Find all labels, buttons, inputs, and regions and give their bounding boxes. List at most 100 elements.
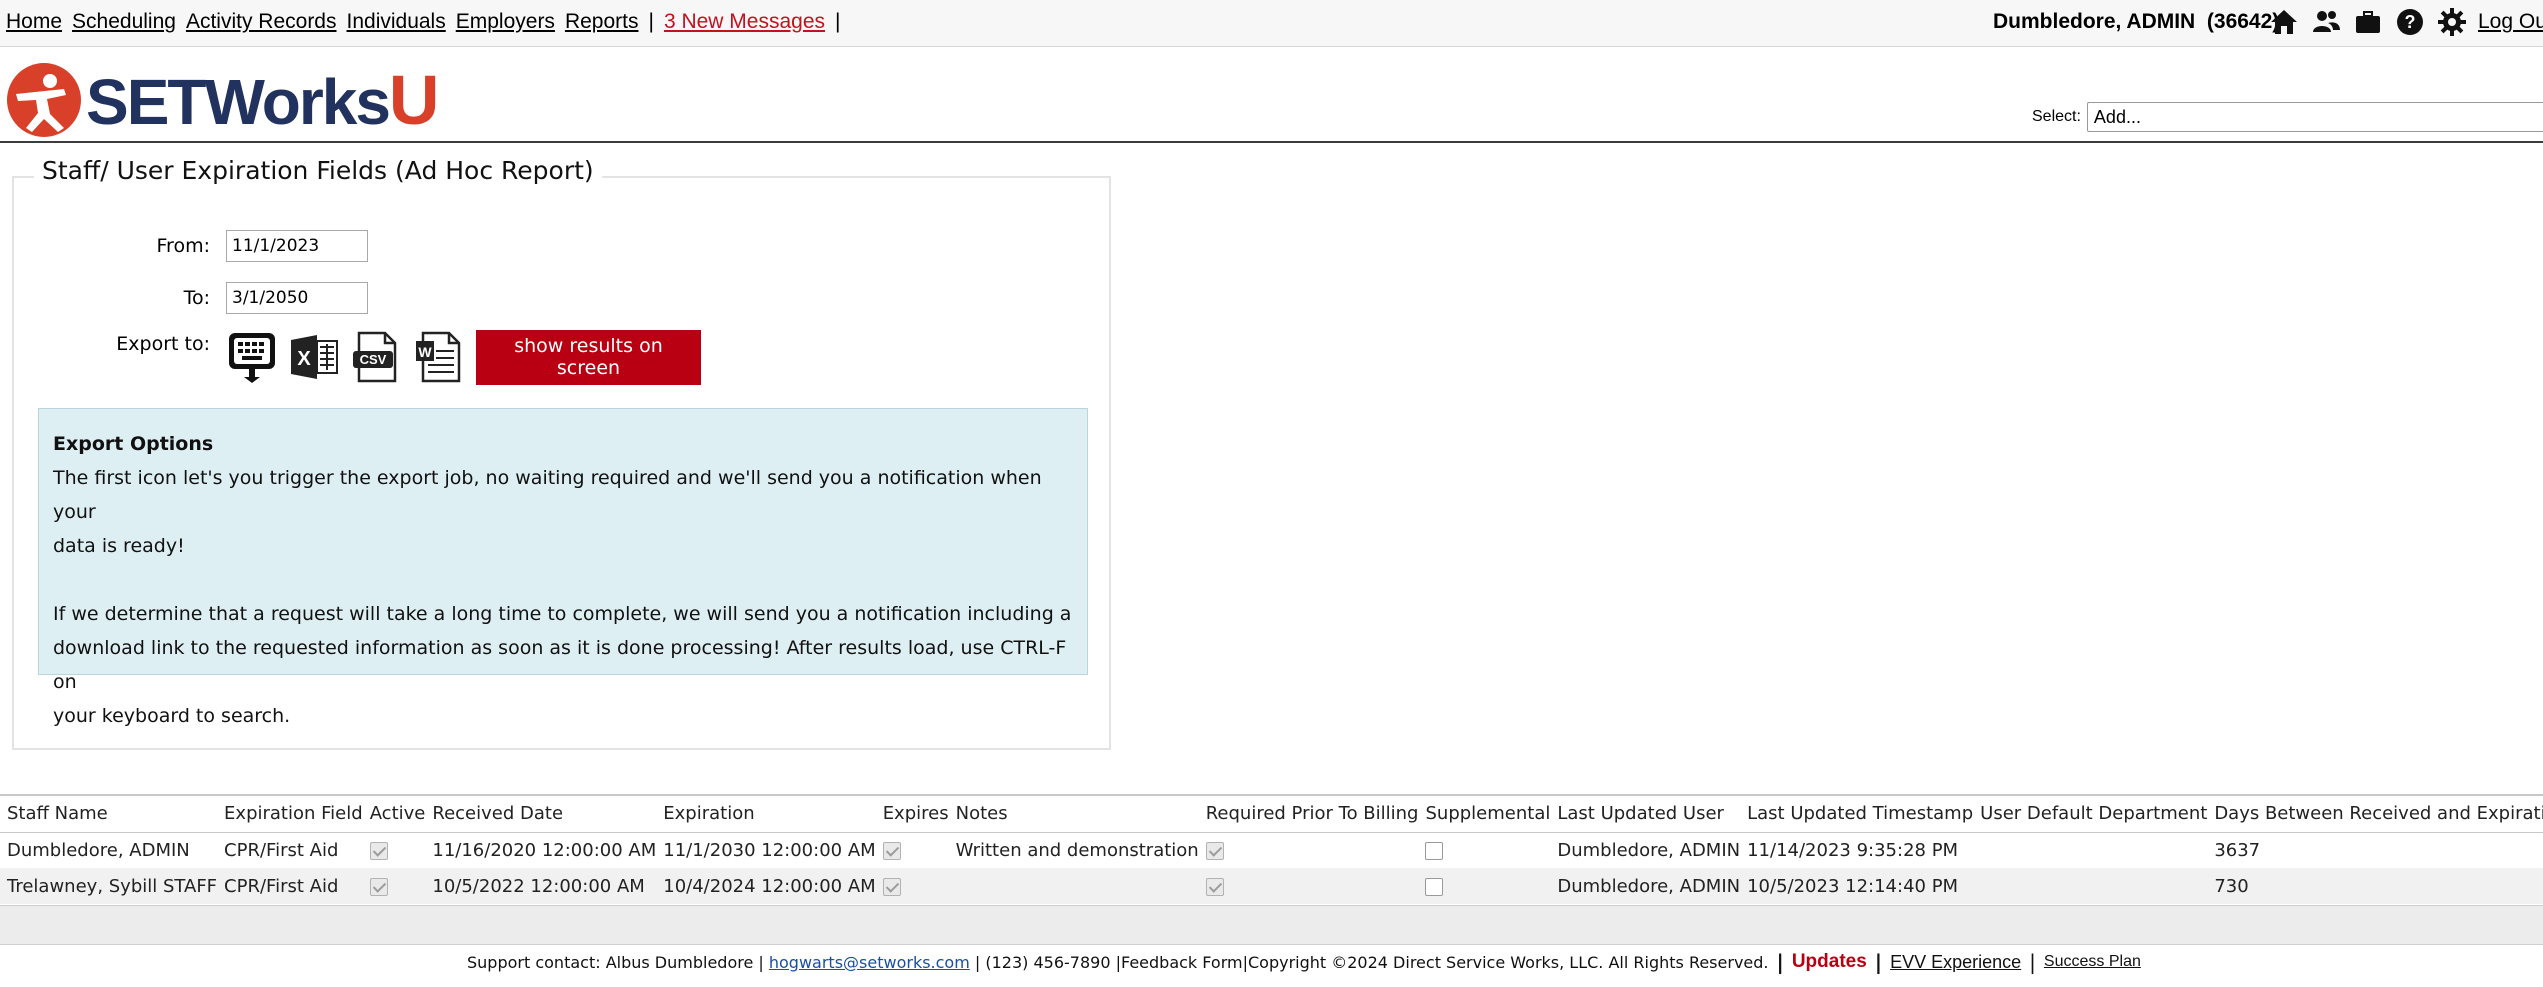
required-checkbox: [1205, 841, 1224, 860]
success-plan-link[interactable]: Success Plan: [2044, 953, 2141, 971]
cell-required: [1198, 868, 1419, 904]
current-user: Dumbledore, ADMIN (36642): [1993, 10, 2279, 34]
setworks-logo[interactable]: SETWorksU: [6, 62, 439, 138]
logout-link[interactable]: Log Ou: [2478, 10, 2543, 34]
table-header-row: Staff Name Expiration Field Active Recei…: [0, 796, 2543, 833]
cell-last-updated-timestamp: 10/5/2023 12:14:40 PM: [1740, 868, 1974, 904]
excel-icon[interactable]: X: [288, 329, 340, 385]
cell-supplemental: [1418, 868, 1551, 904]
new-messages-link[interactable]: 3 New Messages: [664, 10, 825, 34]
briefcase-icon[interactable]: [2352, 6, 2384, 38]
cell-expires: [875, 868, 949, 904]
footer-separator: |: [2029, 950, 2036, 974]
col-supplemental[interactable]: Supplemental: [1418, 796, 1551, 833]
logo-emblem-icon: [7, 63, 81, 137]
to-row: To: 3/1/2050: [78, 282, 368, 314]
home-icon[interactable]: [2268, 6, 2300, 38]
export-row: Export to: X CSV W show results on scree…: [78, 329, 701, 385]
user-name: Dumbledore, ADMIN: [1993, 10, 2196, 33]
cell-received-date: 10/5/2022 12:00:00 AM: [425, 868, 657, 904]
to-label: To:: [183, 287, 210, 309]
page-footer: Support contact: Albus Dumbledore | hogw…: [467, 947, 2141, 977]
evv-experience-link[interactable]: EVV Experience: [1890, 952, 2021, 973]
col-received-date[interactable]: Received Date: [425, 796, 657, 833]
export-job-icon[interactable]: [226, 329, 278, 385]
export-options-box: Export Options The first icon let's you …: [38, 408, 1088, 727]
results-footer-bar: [0, 905, 2543, 945]
add-select-group: Select: Add... ▼: [2032, 102, 2543, 132]
nav-activity-records[interactable]: Activity Records: [186, 10, 337, 34]
nav-employers[interactable]: Employers: [456, 10, 555, 34]
cell-department: [1973, 832, 2207, 868]
nav-reports[interactable]: Reports: [565, 10, 639, 34]
col-days-between[interactable]: Days Between Received and Expiration: [2207, 796, 2543, 833]
nav-individuals[interactable]: Individuals: [347, 10, 446, 34]
col-last-updated-timestamp[interactable]: Last Updated Timestamp: [1740, 796, 1974, 833]
cell-supplemental: [1418, 832, 1550, 868]
cell-last-updated-user: Dumbledore, ADMIN: [1557, 839, 1741, 861]
footer-separator: |: [1874, 950, 1883, 974]
cell-last-updated-user: Dumbledore, ADMIN: [1550, 868, 1741, 904]
cell-notes: Written and demonstration: [955, 839, 1199, 861]
from-date-input[interactable]: 11/1/2023: [226, 230, 368, 262]
col-active[interactable]: Active: [362, 796, 426, 833]
support-contact: Support contact: Albus Dumbledore |: [467, 952, 764, 972]
col-expires[interactable]: Expires: [875, 796, 949, 833]
col-last-updated-user[interactable]: Last Updated User: [1550, 796, 1741, 833]
nav-separator: |: [648, 10, 654, 33]
cell-expiration: 11/1/2030 12:00:00 AM: [663, 839, 876, 861]
col-required-prior-to-billing[interactable]: Required Prior To Billing: [1198, 796, 1419, 833]
export-options-text: your keyboard to search.: [53, 705, 291, 727]
help-icon[interactable]: ?: [2394, 6, 2426, 38]
cell-department: [1973, 868, 2208, 904]
nav-scheduling[interactable]: Scheduling: [72, 10, 176, 34]
results-table: Staff Name Expiration Field Active Recei…: [0, 796, 2543, 904]
svg-text:?: ?: [2405, 12, 2416, 32]
cell-expiration-field: CPR/First Aid: [224, 839, 339, 861]
required-checkbox: [1205, 877, 1224, 896]
add-select-value: Add...: [2093, 106, 2141, 127]
updates-link[interactable]: Updates: [1792, 951, 1867, 973]
logo-wordmark-main: SETWorks: [86, 66, 391, 138]
brand-row: SETWorksU Select: Add... ▼: [0, 47, 2543, 143]
cell-active: [362, 868, 426, 904]
settings-icon[interactable]: [2436, 6, 2468, 38]
export-options-text: download link to the requested informati…: [53, 637, 1067, 693]
cell-received-date: 11/16/2020 12:00:00 AM: [432, 839, 657, 861]
expires-checkbox: [882, 877, 901, 896]
cell-expiration: 10/4/2024 12:00:00 AM: [656, 868, 876, 904]
col-staff-name[interactable]: Staff Name: [0, 796, 218, 833]
export-options-heading: Export Options: [53, 433, 214, 455]
top-nav-bar: Home Scheduling Activity Records Individ…: [0, 0, 2543, 47]
cell-staff-name: Dumbledore, ADMIN: [7, 839, 190, 861]
export-options-text: data is ready!: [53, 535, 185, 557]
export-icons: X CSV W show results on screen: [226, 329, 701, 385]
svg-text:X: X: [297, 348, 311, 370]
word-icon[interactable]: W: [412, 329, 464, 385]
cell-days: 730: [2207, 868, 2543, 904]
show-results-button[interactable]: show results on screen: [476, 329, 701, 385]
svg-text:W: W: [418, 344, 432, 360]
col-user-default-department[interactable]: User Default Department: [1973, 796, 2208, 833]
csv-icon[interactable]: CSV: [350, 329, 402, 385]
support-email-link[interactable]: hogwarts@setworks.com: [769, 953, 970, 972]
nav-home[interactable]: Home: [6, 10, 62, 34]
export-label: Export to:: [116, 333, 210, 355]
header-icons: ?: [2268, 6, 2478, 38]
to-date-input[interactable]: 3/1/2050: [226, 282, 368, 314]
active-checkbox: [369, 841, 388, 860]
feedback-form-link[interactable]: Feedback Form: [1121, 953, 1243, 972]
col-expiration-field[interactable]: Expiration Field: [217, 796, 363, 833]
svg-text:CSV: CSV: [360, 352, 387, 367]
users-icon[interactable]: [2310, 6, 2342, 38]
add-select[interactable]: Add... ▼: [2086, 102, 2543, 132]
copyright: |Copyright ©2024 Direct Service Works, L…: [1242, 952, 1769, 972]
cell-last-updated-timestamp: 11/14/2023 9:35:28 PM: [1747, 839, 1959, 861]
from-row: From: 11/1/2023: [78, 230, 368, 262]
table-row: Trelawney, Sybill STAFF CPR/First Aid 10…: [0, 868, 2543, 904]
col-notes[interactable]: Notes: [948, 796, 1199, 833]
nav-separator: |: [835, 10, 841, 33]
col-expiration[interactable]: Expiration: [656, 796, 876, 833]
cell-required: [1199, 832, 1419, 868]
support-phone: | (123) 456-7890 |: [974, 952, 1121, 972]
